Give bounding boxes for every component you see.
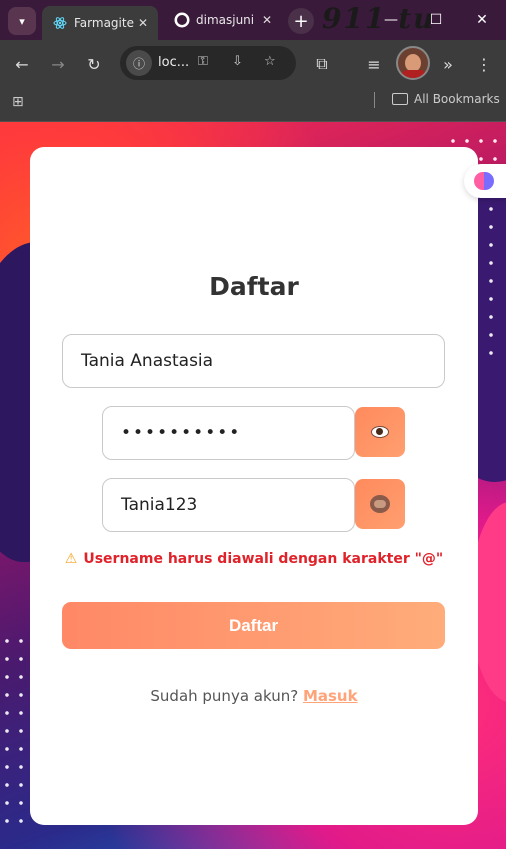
username-input-value: Tania123 <box>121 495 198 515</box>
assistant-button[interactable] <box>464 164 506 198</box>
dot-pattern <box>484 182 498 362</box>
tab-title: dimasjuni <box>196 13 255 27</box>
close-tab-icon[interactable]: ✕ <box>134 16 152 30</box>
install-app-icon[interactable]: ⇩ <box>232 54 243 69</box>
reload-icon[interactable]: ↻ <box>82 52 106 76</box>
tab-github[interactable]: dimasjuni ✕ <box>164 6 282 34</box>
tab-strip: ▾ Farmagite ✕ dimasjuni ✕ + 911 tu — ☐ ✕ <box>0 0 506 40</box>
toggle-password-button[interactable] <box>355 407 405 457</box>
username-input[interactable]: Tania123 <box>102 478 355 532</box>
minimize-icon[interactable]: — <box>379 8 403 32</box>
submit-button[interactable]: Daftar <box>62 602 445 649</box>
password-input[interactable]: •••••••••• <box>102 406 355 460</box>
tab-search-button[interactable]: ▾ <box>8 7 36 35</box>
toggle-visibility-button[interactable] <box>355 479 405 529</box>
name-input[interactable]: Tania Anastasia <box>62 334 445 388</box>
extensions-icon[interactable]: ⧉ <box>310 52 334 76</box>
key-icon[interactable]: ⚿ <box>198 54 208 69</box>
see-no-evil-monkey-icon <box>370 495 390 513</box>
avatar-shirt <box>400 70 428 78</box>
browser-toolbar: ← → ↻ ⓘ loc... ⚿ ⇩ ☆ ⧉ ≡ » ⋮ <box>0 40 506 86</box>
url-text[interactable]: loc... <box>158 55 189 70</box>
close-window-icon[interactable]: ✕ <box>470 8 494 32</box>
back-icon[interactable]: ← <box>10 52 34 76</box>
name-input-value: Tania Anastasia <box>81 351 214 371</box>
folder-icon <box>392 93 408 105</box>
error-message: ⚠ Username harus diawali dengan karakter … <box>30 551 478 567</box>
all-bookmarks-button[interactable]: All Bookmarks <box>392 92 500 106</box>
bookmarks-bar: ⊞ All Bookmarks <box>0 86 506 122</box>
page-viewport: Daftar Tania Anastasia •••••••••• Tania1… <box>0 122 506 849</box>
maximize-icon[interactable]: ☐ <box>424 8 448 32</box>
dot-pattern <box>0 632 30 832</box>
github-icon <box>174 12 190 28</box>
all-bookmarks-label: All Bookmarks <box>414 92 500 106</box>
new-tab-button[interactable]: + <box>288 8 314 34</box>
profile-avatar[interactable] <box>396 46 430 80</box>
bookmark-star-icon[interactable]: ☆ <box>264 54 276 69</box>
bookmarks-divider <box>374 92 375 108</box>
tab-farmagite[interactable]: Farmagite ✕ <box>42 6 158 40</box>
apps-grid-icon[interactable]: ⊞ <box>12 94 24 110</box>
eye-icon <box>371 426 389 438</box>
login-prompt: Sudah punya akun? Masuk <box>30 687 478 705</box>
close-tab-icon[interactable]: ✕ <box>258 13 276 27</box>
login-prompt-text: Sudah punya akun? <box>150 687 299 705</box>
brain-icon <box>474 172 494 190</box>
login-link[interactable]: Masuk <box>303 687 358 705</box>
overflow-extensions-icon[interactable]: » <box>436 52 460 76</box>
react-icon <box>52 15 68 31</box>
address-bar[interactable]: ⓘ loc... ⚿ ⇩ ☆ <box>120 46 296 80</box>
tab-title: Farmagite <box>74 16 134 30</box>
chrome-menu-icon[interactable]: ⋮ <box>472 52 496 76</box>
warning-icon: ⚠ <box>64 551 78 567</box>
site-info-icon[interactable]: ⓘ <box>126 50 152 76</box>
register-card: Daftar Tania Anastasia •••••••••• Tania1… <box>30 147 478 825</box>
password-input-value: •••••••••• <box>121 423 242 443</box>
page-title: Daftar <box>209 272 299 301</box>
media-controls-icon[interactable]: ≡ <box>362 52 386 76</box>
error-text: Username harus diawali dengan karakter "… <box>83 551 444 567</box>
forward-icon[interactable]: → <box>46 52 70 76</box>
